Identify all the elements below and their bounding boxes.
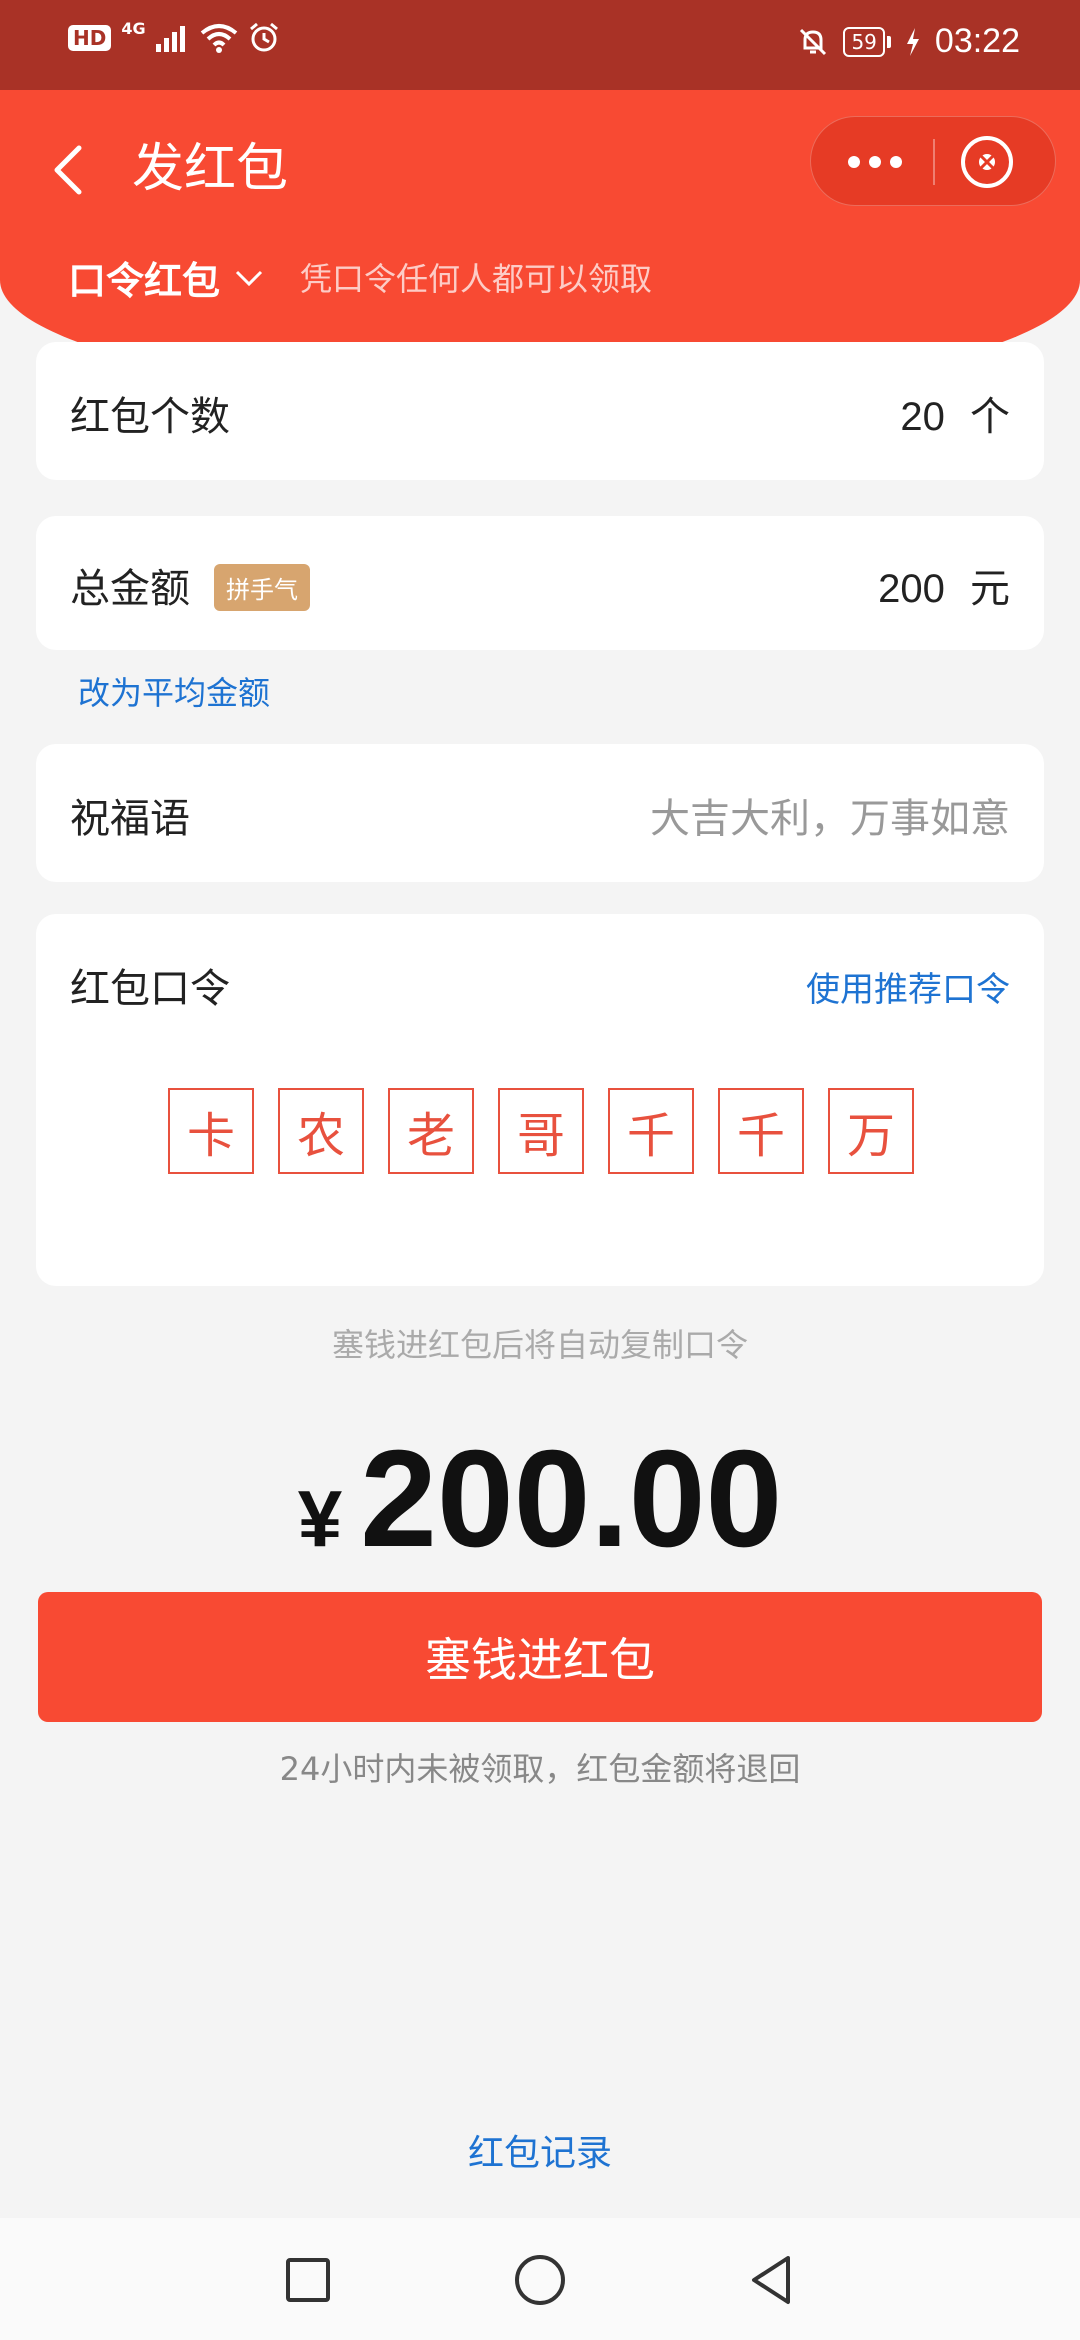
currency-symbol: ¥: [297, 1474, 343, 1563]
count-value: 20: [900, 395, 945, 439]
status-left-icons: HD 4G: [68, 18, 280, 54]
switch-average-link[interactable]: 改为平均金额: [78, 668, 270, 714]
count-value-group: 20 个: [900, 384, 1010, 442]
packet-type-selector[interactable]: 口令红包: [68, 250, 264, 305]
chevron-left-icon: [54, 145, 82, 195]
chevron-down-icon: [235, 270, 263, 286]
password-char[interactable]: 千: [718, 1088, 804, 1174]
charging-icon: [906, 27, 919, 56]
total-value: 200: [878, 567, 945, 611]
wifi-icon: [200, 24, 237, 53]
clock: 03:22: [934, 22, 1020, 60]
password-char[interactable]: 千: [608, 1088, 694, 1174]
signal-icon: [155, 26, 185, 52]
total-value-group: 200 元: [878, 556, 1010, 614]
recents-square-icon[interactable]: [280, 2252, 336, 2308]
system-nav-bar: [0, 2218, 1080, 2340]
more-icon-dot: [869, 156, 881, 168]
password-char[interactable]: 万: [828, 1088, 914, 1174]
packet-type-hint: 凭口令任何人都可以领取: [300, 260, 653, 298]
blessing-label: 祝福语: [70, 796, 190, 842]
more-button[interactable]: [825, 117, 925, 207]
copy-hint: 塞钱进红包后将自动复制口令: [331, 1326, 748, 1364]
mute-icon: [800, 28, 827, 55]
blessing-input[interactable]: 大吉大利，万事如意: [650, 786, 1010, 844]
total-amount-card[interactable]: 总金额 拼手气 200 元: [36, 516, 1044, 650]
amount-display: ¥200.00: [0, 1420, 1080, 1579]
total-label: 总金额: [70, 566, 190, 612]
amount-value: 200.00: [360, 1422, 783, 1576]
count-label: 红包个数: [70, 394, 230, 440]
refund-note: 24小时内未被领取，红包金额将退回: [279, 1750, 801, 1788]
password-char[interactable]: 老: [388, 1088, 474, 1174]
capsule-divider: [933, 139, 935, 185]
status-bar: HD 4G 59 03:22: [0, 0, 1080, 90]
password-card: 红包口令 使用推荐口令 卡 农 老 哥 千 千 万: [36, 914, 1044, 1286]
back-triangle-icon[interactable]: [744, 2252, 800, 2308]
blessing-card: 祝福语 大吉大利，万事如意: [36, 744, 1044, 882]
luck-badge: 拼手气: [214, 564, 310, 611]
password-chars[interactable]: 卡 农 老 哥 千 千 万: [168, 1088, 914, 1174]
network-type: 4G: [121, 18, 146, 38]
page-title: 发红包: [132, 139, 289, 199]
password-char[interactable]: 哥: [498, 1088, 584, 1174]
status-right-icons: 59 03:22: [797, 22, 1020, 61]
password-label: 红包口令: [70, 966, 230, 1012]
alarm-icon: [249, 22, 278, 52]
more-icon-dot: [890, 156, 902, 168]
submit-button[interactable]: 塞钱进红包: [38, 1592, 1042, 1722]
count-card[interactable]: 红包个数 20 个: [36, 342, 1044, 480]
records-link[interactable]: 红包记录: [0, 2124, 1080, 2176]
count-unit: 个: [970, 395, 1010, 439]
password-char[interactable]: 农: [278, 1088, 364, 1174]
mini-program-capsule: [810, 116, 1056, 206]
packet-type-label: 口令红包: [68, 259, 221, 303]
battery-icon: 59: [843, 26, 891, 57]
back-button[interactable]: [44, 132, 92, 208]
more-icon-dot: [848, 156, 860, 168]
close-circle-icon[interactable]: [959, 134, 1015, 190]
total-unit: 元: [970, 567, 1010, 611]
battery-level: 59: [843, 26, 885, 57]
password-char[interactable]: 卡: [168, 1088, 254, 1174]
home-circle-icon[interactable]: [512, 2252, 568, 2308]
hd-icon: HD: [68, 25, 112, 51]
recommend-password-link[interactable]: 使用推荐口令: [806, 962, 1010, 1011]
